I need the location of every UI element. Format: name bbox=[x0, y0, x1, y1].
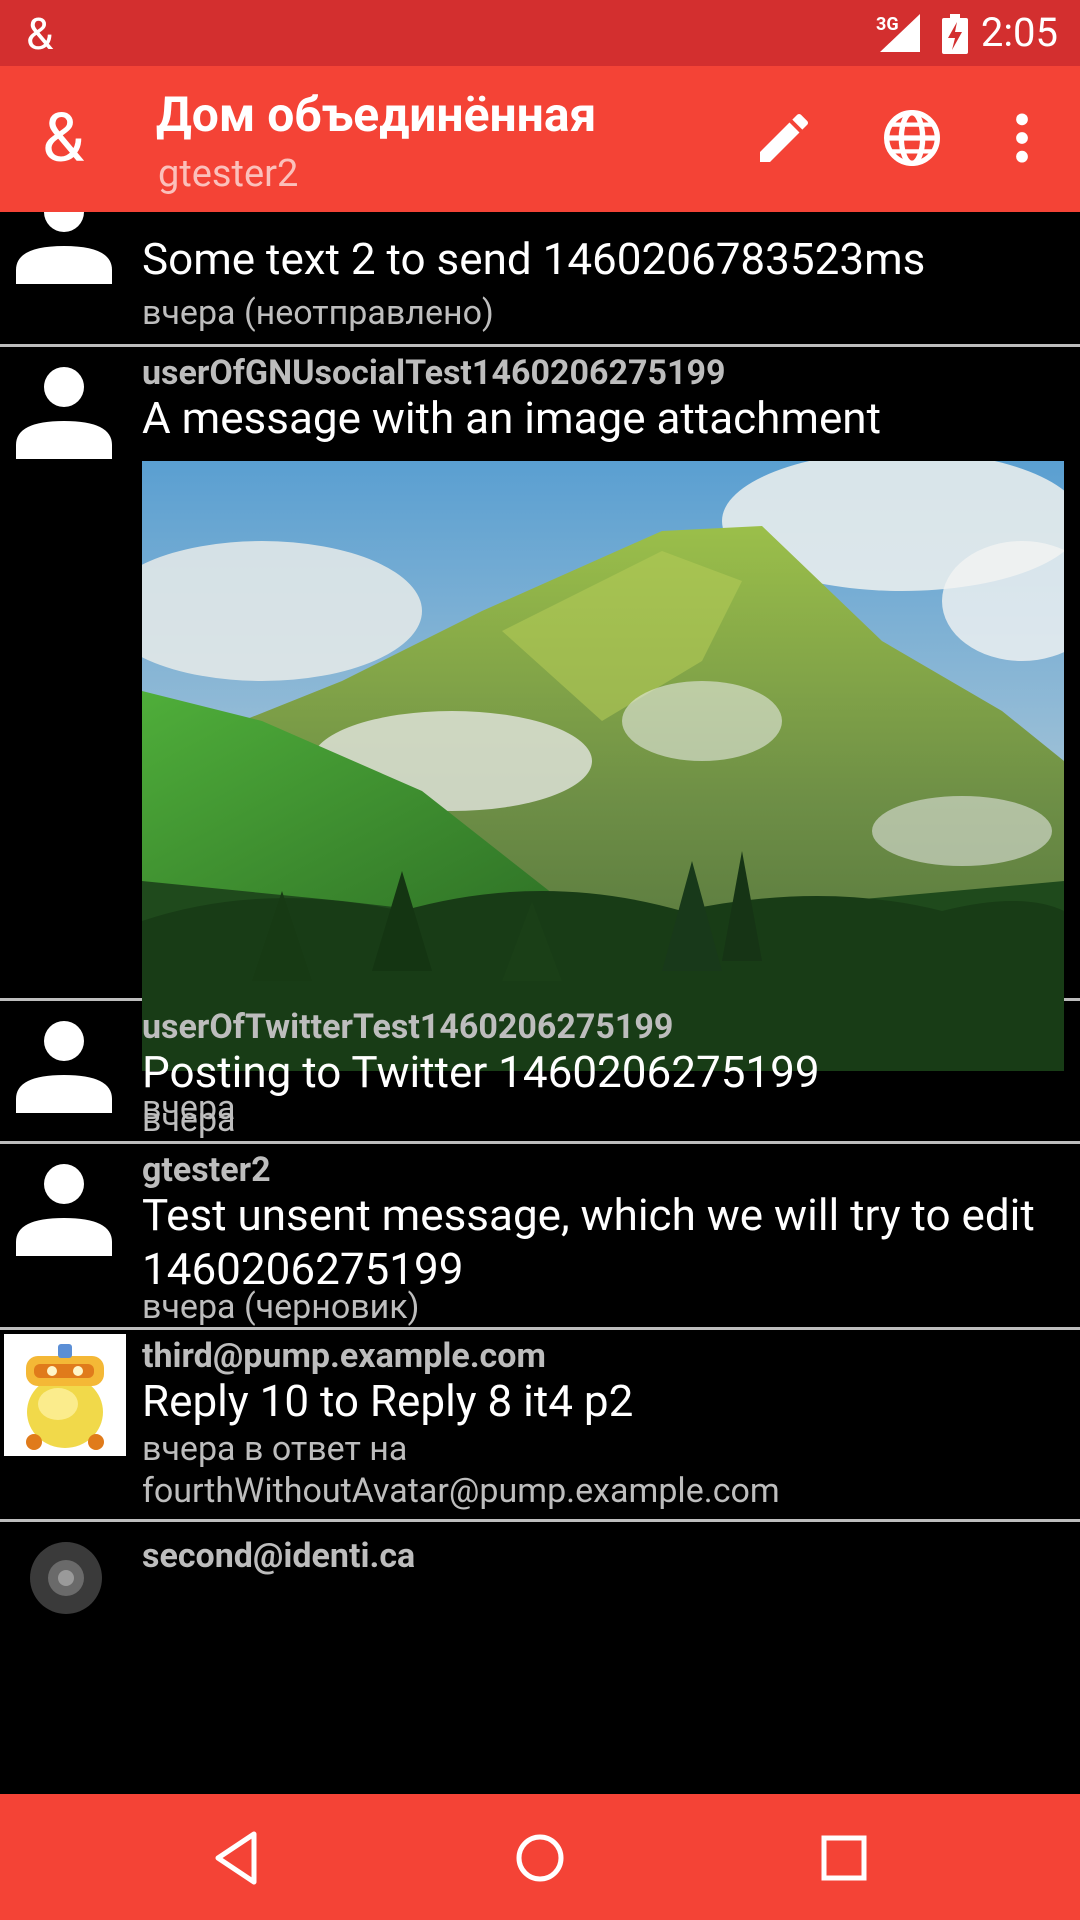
message-body: Posting to Twitter 1460206275199 bbox=[142, 1046, 820, 1098]
default-person-icon bbox=[16, 1021, 112, 1113]
timeline-item[interactable]: userOfGNUsocialTest1460206275199 A messa… bbox=[0, 347, 1080, 1128]
message-author[interactable]: third@pump.example.com bbox=[142, 1336, 546, 1376]
status-bar: & 3G 2:05 bbox=[0, 0, 1080, 66]
mountain-landscape-image[interactable] bbox=[142, 461, 1064, 1071]
dark-avatar-image bbox=[30, 1542, 102, 1614]
message-meta: вчера (черновик) bbox=[142, 1287, 420, 1327]
back-icon[interactable] bbox=[204, 1826, 268, 1890]
ampersand-logo-icon[interactable]: & bbox=[42, 104, 84, 172]
message-author[interactable]: userOfTwitterTest1460206275199 bbox=[142, 1007, 673, 1047]
battery-charging-icon bbox=[942, 14, 968, 54]
signal-icon bbox=[880, 14, 920, 52]
home-icon[interactable] bbox=[508, 1826, 572, 1890]
timeline-list[interactable]: Some text 2 to send 1460206783523ms вчер… bbox=[0, 212, 1080, 1794]
message-author[interactable]: userOfGNUsocialTest1460206275199 bbox=[142, 353, 726, 393]
timeline-item[interactable]: second@identi.ca bbox=[0, 1522, 1080, 1794]
account-subtitle[interactable]: gtester2 bbox=[158, 152, 298, 196]
edit-pencil-icon[interactable] bbox=[752, 106, 816, 170]
message-meta: вчера (неотправлено) bbox=[142, 293, 494, 333]
message-meta: вчера bbox=[142, 1100, 236, 1140]
status-time: 2:05 bbox=[980, 9, 1058, 56]
robot-avatar-image bbox=[4, 1334, 126, 1456]
default-person-icon bbox=[16, 1164, 112, 1256]
timeline-item[interactable]: Some text 2 to send 1460206783523ms вчер… bbox=[0, 212, 1080, 347]
timeline-item[interactable]: userOfTwitterTest1460206275199 Posting t… bbox=[0, 1001, 1080, 1144]
message-body: Test unsent message, which we will try t… bbox=[142, 1189, 1035, 1295]
timeline-item[interactable]: third@pump.example.com Reply 10 to Reply… bbox=[0, 1330, 1080, 1522]
message-meta-line1: вчера в ответ на bbox=[142, 1429, 408, 1469]
ampersand-icon: & bbox=[26, 8, 54, 60]
navigation-bar bbox=[0, 1794, 1080, 1920]
timeline-title[interactable]: Дом объединённая bbox=[156, 84, 596, 146]
message-body: Reply 10 to Reply 8 it4 p2 bbox=[142, 1375, 634, 1427]
default-person-icon bbox=[16, 367, 112, 459]
message-body: A message with an image attachment bbox=[142, 392, 881, 444]
globe-icon[interactable] bbox=[880, 106, 944, 170]
more-vert-icon[interactable] bbox=[990, 106, 1054, 170]
message-body: Some text 2 to send 1460206783523ms bbox=[142, 233, 926, 285]
app-toolbar: & Дом объединённая gtester2 bbox=[0, 66, 1080, 212]
message-author[interactable]: gtester2 bbox=[142, 1150, 271, 1190]
message-author[interactable]: second@identi.ca bbox=[142, 1536, 415, 1576]
recents-icon[interactable] bbox=[812, 1826, 876, 1890]
default-person-icon bbox=[16, 212, 112, 284]
in-reply-to-link[interactable]: fourthWithoutAvatar@pump.example.com bbox=[142, 1470, 780, 1512]
timeline-item[interactable]: gtester2 Test unsent message, which we w… bbox=[0, 1144, 1080, 1330]
